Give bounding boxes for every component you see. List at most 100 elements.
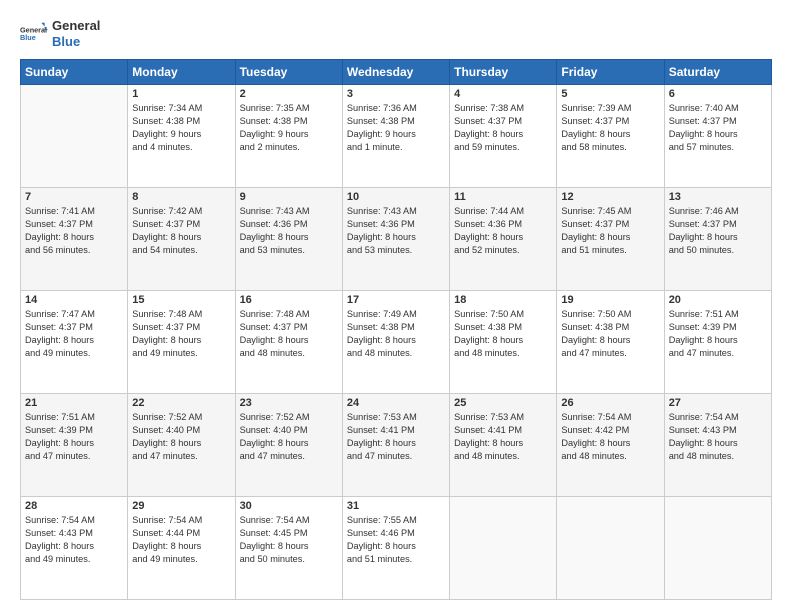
- weekday-header-wednesday: Wednesday: [342, 60, 449, 85]
- day-info: Sunrise: 7:46 AMSunset: 4:37 PMDaylight:…: [669, 205, 767, 257]
- day-number: 10: [347, 191, 445, 203]
- day-number: 31: [347, 500, 445, 512]
- calendar-cell: 2 Sunrise: 7:35 AMSunset: 4:38 PMDaylight…: [235, 85, 342, 188]
- calendar-cell: 11 Sunrise: 7:44 AMSunset: 4:36 PMDayligh…: [450, 188, 557, 291]
- day-number: 20: [669, 294, 767, 306]
- calendar-cell: 30 Sunrise: 7:54 AMSunset: 4:45 PMDayligh…: [235, 497, 342, 600]
- calendar-cell: 18 Sunrise: 7:50 AMSunset: 4:38 PMDayligh…: [450, 291, 557, 394]
- weekday-header-thursday: Thursday: [450, 60, 557, 85]
- day-info: Sunrise: 7:52 AMSunset: 4:40 PMDaylight:…: [240, 411, 338, 463]
- calendar-cell: 1 Sunrise: 7:34 AMSunset: 4:38 PMDaylight…: [128, 85, 235, 188]
- day-info: Sunrise: 7:49 AMSunset: 4:38 PMDaylight:…: [347, 308, 445, 360]
- day-info: Sunrise: 7:48 AMSunset: 4:37 PMDaylight:…: [132, 308, 230, 360]
- calendar-cell: 12Sunrise: 7:45 AMSunset: 4:37 PMDayligh…: [557, 188, 664, 291]
- day-number: 16: [240, 294, 338, 306]
- day-info: Sunrise: 7:34 AMSunset: 4:38 PMDaylight:…: [132, 102, 230, 154]
- day-info: Sunrise: 7:43 AMSunset: 4:36 PMDaylight:…: [240, 205, 338, 257]
- calendar-cell: 4Sunrise: 7:38 AMSunset: 4:37 PMDaylight…: [450, 85, 557, 188]
- day-number: 27: [669, 397, 767, 409]
- day-number: 8: [132, 191, 230, 203]
- day-info: Sunrise: 7:50 AMSunset: 4:38 PMDaylight:…: [561, 308, 659, 360]
- calendar-cell: 6Sunrise: 7:40 AMSunset: 4:37 PMDaylight…: [664, 85, 771, 188]
- weekday-header-saturday: Saturday: [664, 60, 771, 85]
- day-number: 22: [132, 397, 230, 409]
- calendar-cell: [21, 85, 128, 188]
- day-info: Sunrise: 7:53 AMSunset: 4:41 PMDaylight:…: [347, 411, 445, 463]
- day-number: 3: [347, 88, 445, 100]
- svg-text:Blue: Blue: [20, 33, 36, 42]
- day-number: 23: [240, 397, 338, 409]
- day-info: Sunrise: 7:54 AMSunset: 4:42 PMDaylight:…: [561, 411, 659, 463]
- calendar-cell: 15Sunrise: 7:48 AMSunset: 4:37 PMDayligh…: [128, 291, 235, 394]
- day-number: 24: [347, 397, 445, 409]
- logo: GeneralBlue General Blue: [20, 18, 100, 49]
- day-number: 30: [240, 500, 338, 512]
- calendar-cell: 22 Sunrise: 7:52 AMSunset: 4:40 PMDayligh…: [128, 394, 235, 497]
- calendar-cell: 21 Sunrise: 7:51 AMSunset: 4:39 PMDayligh…: [21, 394, 128, 497]
- calendar-cell: 27 Sunrise: 7:54 AMSunset: 4:43 PMDayligh…: [664, 394, 771, 497]
- calendar-table: SundayMondayTuesdayWednesdayThursdayFrid…: [20, 59, 772, 600]
- calendar-cell: 31Sunrise: 7:55 AMSunset: 4:46 PMDayligh…: [342, 497, 449, 600]
- day-info: Sunrise: 7:44 AMSunset: 4:36 PMDaylight:…: [454, 205, 552, 257]
- calendar-cell: 5 Sunrise: 7:39 AMSunset: 4:37 PMDaylight…: [557, 85, 664, 188]
- week-row-2: 7Sunrise: 7:41 AMSunset: 4:37 PMDaylight…: [21, 188, 772, 291]
- day-number: 25: [454, 397, 552, 409]
- logo-icon: GeneralBlue: [20, 20, 48, 48]
- logo-text-general: General: [52, 18, 100, 34]
- day-number: 19: [561, 294, 659, 306]
- week-row-3: 14 Sunrise: 7:47 AMSunset: 4:37 PMDayligh…: [21, 291, 772, 394]
- day-info: Sunrise: 7:54 AMSunset: 4:43 PMDaylight:…: [669, 411, 767, 463]
- calendar-cell: 3Sunrise: 7:36 AMSunset: 4:38 PMDaylight…: [342, 85, 449, 188]
- calendar-cell: 24 Sunrise: 7:53 AMSunset: 4:41 PMDayligh…: [342, 394, 449, 497]
- page: GeneralBlue General Blue SundayMondayTue…: [0, 0, 792, 612]
- day-number: 4: [454, 88, 552, 100]
- weekday-header-sunday: Sunday: [21, 60, 128, 85]
- day-info: Sunrise: 7:51 AMSunset: 4:39 PMDaylight:…: [25, 411, 123, 463]
- week-row-1: 1 Sunrise: 7:34 AMSunset: 4:38 PMDaylight…: [21, 85, 772, 188]
- calendar-cell: 7Sunrise: 7:41 AMSunset: 4:37 PMDaylight…: [21, 188, 128, 291]
- day-info: Sunrise: 7:50 AMSunset: 4:38 PMDaylight:…: [454, 308, 552, 360]
- calendar-cell: 14 Sunrise: 7:47 AMSunset: 4:37 PMDayligh…: [21, 291, 128, 394]
- calendar-cell: 17 Sunrise: 7:49 AMSunset: 4:38 PMDayligh…: [342, 291, 449, 394]
- weekday-header-monday: Monday: [128, 60, 235, 85]
- day-number: 18: [454, 294, 552, 306]
- week-row-5: 28 Sunrise: 7:54 AMSunset: 4:43 PMDayligh…: [21, 497, 772, 600]
- calendar-cell: 23 Sunrise: 7:52 AMSunset: 4:40 PMDayligh…: [235, 394, 342, 497]
- calendar-cell: 13 Sunrise: 7:46 AMSunset: 4:37 PMDayligh…: [664, 188, 771, 291]
- day-number: 2: [240, 88, 338, 100]
- day-number: 13: [669, 191, 767, 203]
- day-number: 12: [561, 191, 659, 203]
- day-info: Sunrise: 7:43 AMSunset: 4:36 PMDaylight:…: [347, 205, 445, 257]
- calendar-cell: 10 Sunrise: 7:43 AMSunset: 4:36 PMDayligh…: [342, 188, 449, 291]
- week-row-4: 21 Sunrise: 7:51 AMSunset: 4:39 PMDayligh…: [21, 394, 772, 497]
- header: GeneralBlue General Blue: [20, 18, 772, 49]
- calendar-cell: 26Sunrise: 7:54 AMSunset: 4:42 PMDayligh…: [557, 394, 664, 497]
- day-info: Sunrise: 7:47 AMSunset: 4:37 PMDaylight:…: [25, 308, 123, 360]
- day-number: 5: [561, 88, 659, 100]
- day-info: Sunrise: 7:41 AMSunset: 4:37 PMDaylight:…: [25, 205, 123, 257]
- day-info: Sunrise: 7:53 AMSunset: 4:41 PMDaylight:…: [454, 411, 552, 463]
- day-number: 9: [240, 191, 338, 203]
- day-number: 17: [347, 294, 445, 306]
- day-number: 21: [25, 397, 123, 409]
- day-number: 14: [25, 294, 123, 306]
- day-info: Sunrise: 7:35 AMSunset: 4:38 PMDaylight:…: [240, 102, 338, 154]
- day-number: 29: [132, 500, 230, 512]
- day-number: 1: [132, 88, 230, 100]
- day-number: 11: [454, 191, 552, 203]
- calendar-cell: 20Sunrise: 7:51 AMSunset: 4:39 PMDayligh…: [664, 291, 771, 394]
- calendar-cell: [557, 497, 664, 600]
- day-info: Sunrise: 7:54 AMSunset: 4:43 PMDaylight:…: [25, 514, 123, 566]
- calendar-cell: 25 Sunrise: 7:53 AMSunset: 4:41 PMDayligh…: [450, 394, 557, 497]
- day-info: Sunrise: 7:39 AMSunset: 4:37 PMDaylight:…: [561, 102, 659, 154]
- day-info: Sunrise: 7:54 AMSunset: 4:44 PMDaylight:…: [132, 514, 230, 566]
- weekday-header-friday: Friday: [557, 60, 664, 85]
- day-number: 28: [25, 500, 123, 512]
- calendar-cell: 19 Sunrise: 7:50 AMSunset: 4:38 PMDayligh…: [557, 291, 664, 394]
- day-info: Sunrise: 7:40 AMSunset: 4:37 PMDaylight:…: [669, 102, 767, 154]
- calendar-cell: [664, 497, 771, 600]
- day-info: Sunrise: 7:48 AMSunset: 4:37 PMDaylight:…: [240, 308, 338, 360]
- day-info: Sunrise: 7:52 AMSunset: 4:40 PMDaylight:…: [132, 411, 230, 463]
- calendar-cell: 29 Sunrise: 7:54 AMSunset: 4:44 PMDayligh…: [128, 497, 235, 600]
- day-info: Sunrise: 7:54 AMSunset: 4:45 PMDaylight:…: [240, 514, 338, 566]
